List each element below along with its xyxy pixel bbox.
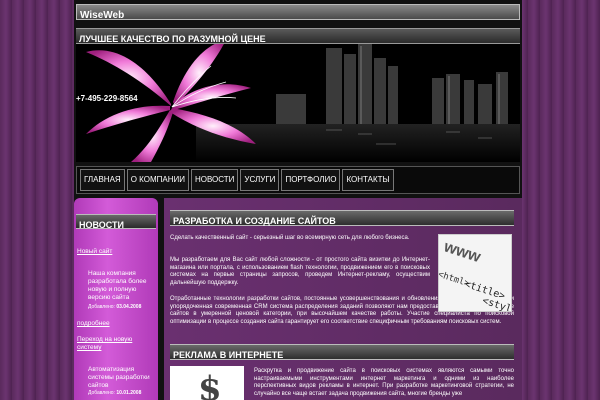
www-code-image: www <html> <title> <styl (438, 234, 512, 312)
news-link-new-system[interactable]: Переход на новую систему (77, 336, 155, 352)
nav-contacts[interactable]: КОНТАКТЫ (342, 169, 394, 191)
news-date-value-1: 03.04.2008 (116, 304, 142, 310)
section2-paragraph-1: Раскрутка и продвижение сайта в поисковы… (254, 368, 514, 397)
nav-portfolio[interactable]: ПОРТФОЛИО (281, 169, 341, 191)
header-banner: +7-495-229-8564 (76, 44, 520, 162)
news-date-2: Добавлено: 10.01.2008 (88, 390, 141, 396)
sidebar-title: НОВОСТИ (79, 220, 125, 230)
site-name: WiseWeb (80, 10, 125, 21)
nav-services[interactable]: УСЛУГИ (240, 169, 280, 191)
main-content: РАЗРАБОТКА И СОЗДАНИЕ САЙТОВ Сделать кач… (164, 198, 522, 400)
slogan: ЛУЧШЕЕ КАЧЕСТВО ПО РАЗУМНОЙ ЦЕНЕ (79, 34, 266, 44)
news-date-label-1: Добавлено: (88, 304, 115, 310)
sidebar-title-bar: НОВОСТИ (76, 214, 156, 230)
section1-paragraph-2: Мы разработаем для Вас сайт любой сложно… (170, 257, 430, 286)
section-title-bar-1: РАЗРАБОТКА И СОЗДАНИЕ САЙТОВ (170, 210, 514, 226)
section-title-1: РАЗРАБОТКА И СОЗДАНИЕ САЙТОВ (173, 216, 336, 226)
news-text-2: Автоматизация системы разработки сайтов (88, 366, 150, 389)
nav-home[interactable]: ГЛАВНАЯ (80, 169, 125, 191)
news-date-label-2: Добавлено: (88, 390, 115, 396)
dollar-icon: $ (170, 366, 244, 400)
section-title-bar-2: РЕКЛАМА В ИНТЕРНЕТЕ (170, 344, 514, 360)
news-more-link[interactable]: подробнее (77, 320, 110, 327)
main-navigation: ГЛАВНАЯ О КОМПАНИИ НОВОСТИ УСЛУГИ ПОРТФО… (76, 166, 520, 194)
news-date-value-2: 10.01.2008 (116, 390, 142, 396)
nav-about[interactable]: О КОМПАНИИ (126, 169, 189, 191)
dollar-sign-image: $ (170, 366, 244, 400)
section-title-2: РЕКЛАМА В ИНТЕРНЕТЕ (173, 350, 284, 360)
news-link-new-site[interactable]: Новый сайт (77, 248, 112, 255)
city-lily-illustration (76, 44, 520, 162)
news-sidebar: НОВОСТИ Новый сайт Наша компания разрабо… (74, 198, 158, 400)
section1-intro: Сделать качественный сайт - серьезный ша… (170, 235, 410, 241)
news-text-1: Наша компания разработала более новую и … (88, 270, 147, 301)
phone-number: +7-495-229-8564 (76, 94, 138, 103)
www-code-illustration: www <html> <title> <styl (439, 235, 511, 311)
svg-text:$: $ (198, 369, 222, 400)
site-name-bar: WiseWeb (76, 4, 520, 21)
news-date-1: Добавлено: 03.04.2008 (88, 304, 141, 310)
slogan-bar: ЛУЧШЕЕ КАЧЕСТВО ПО РАЗУМНОЙ ЦЕНЕ (76, 28, 520, 44)
nav-news[interactable]: НОВОСТИ (190, 169, 239, 191)
